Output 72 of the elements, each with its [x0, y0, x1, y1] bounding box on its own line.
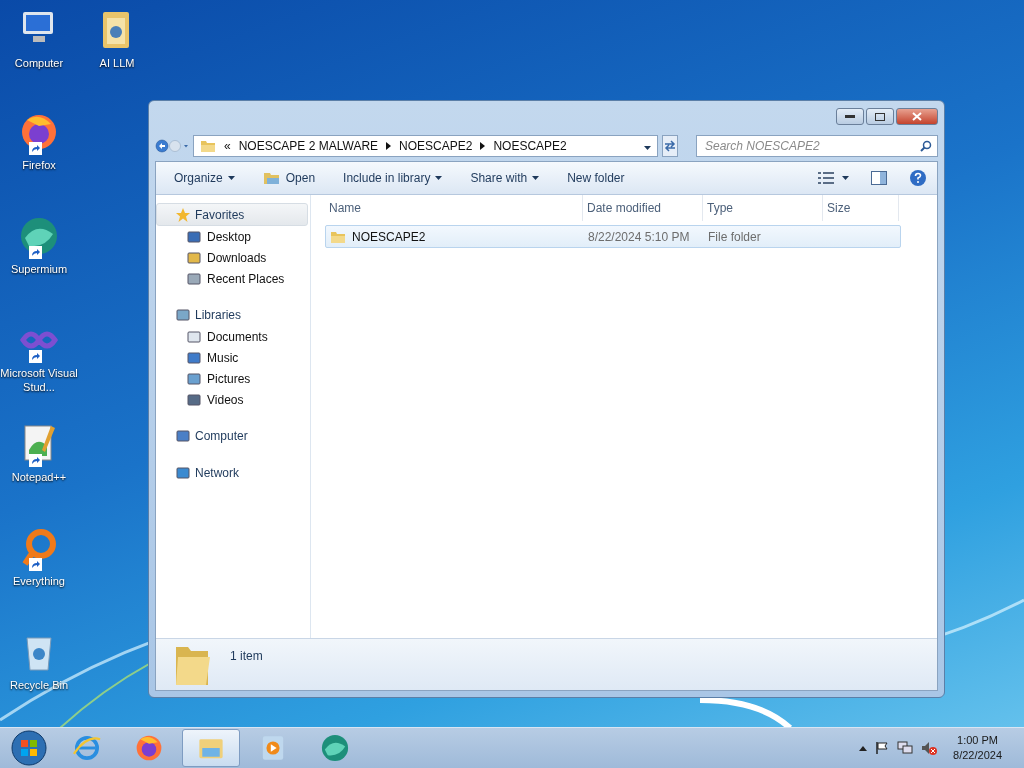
- breadcrumb[interactable]: NOESCAPE2: [399, 139, 473, 153]
- type-cell-text: File folder: [707, 229, 762, 244]
- nav-item[interactable]: Documents: [156, 326, 310, 347]
- column-header[interactable]: Date modified: [583, 195, 703, 221]
- caret-icon: [842, 176, 849, 180]
- nav-item[interactable]: Videos: [156, 389, 310, 410]
- preview-pane-icon[interactable]: [871, 171, 887, 185]
- caret-icon: [644, 146, 651, 150]
- caret-icon[interactable]: [859, 745, 868, 751]
- search-field[interactable]: Search NOESCAPE2: [696, 135, 938, 157]
- nav-item[interactable]: Downloads: [156, 247, 310, 268]
- nav-item[interactable]: Desktop: [156, 226, 310, 247]
- toolbar-button[interactable]: Share with: [462, 167, 548, 189]
- item-count: 1 item: [230, 649, 263, 663]
- nav-group[interactable]: Favorites: [156, 203, 308, 226]
- caret-icon: [227, 176, 235, 180]
- shortcut-arrow-icon: [29, 558, 42, 571]
- start-button[interactable]: [11, 730, 47, 766]
- shortcut-arrow-icon: [29, 246, 42, 259]
- maximize-button[interactable]: [866, 108, 894, 125]
- nav-group[interactable]: Libraries: [156, 303, 308, 326]
- maximize-icon: [875, 112, 885, 121]
- open-folder-icon: [262, 171, 281, 185]
- date-cell-text: 8/22/2024 5:10 PM: [587, 229, 691, 244]
- file-row[interactable]: NOESCAPE2 8/22/2024 5:10 PM File folder: [325, 225, 901, 248]
- breadcrumb-overflow[interactable]: «: [224, 139, 231, 153]
- help-icon[interactable]: [909, 169, 927, 187]
- close-button[interactable]: [896, 108, 938, 125]
- desktop-icon-label[interactable]: Supermium: [10, 262, 68, 276]
- column-header[interactable]: Size: [823, 195, 899, 221]
- minimize-button[interactable]: [836, 108, 864, 125]
- desktop-icon-label[interactable]: Notepad++: [11, 470, 67, 484]
- muted-speaker-icon[interactable]: [921, 741, 938, 755]
- desktop-icon-label[interactable]: Firefox: [22, 158, 56, 172]
- shortcut-arrow-icon: [29, 454, 42, 467]
- desktop-icon-label[interactable]: Computer: [14, 56, 64, 70]
- close-icon: [912, 112, 922, 121]
- toolbar-button[interactable]: Organize: [166, 167, 243, 189]
- chevron-icon[interactable]: [386, 142, 392, 150]
- taskbar-explorer-button[interactable]: [182, 729, 240, 767]
- column-header[interactable]: Type: [703, 195, 823, 221]
- caret-icon: [532, 176, 540, 180]
- nav-item[interactable]: Music: [156, 347, 310, 368]
- toolbar-button[interactable]: New folder: [559, 167, 633, 189]
- clock[interactable]: 1:00 PM 8/22/2024: [953, 733, 1002, 763]
- chevron-icon[interactable]: [480, 142, 486, 150]
- star-icon: [175, 206, 191, 223]
- minimize-icon: [845, 115, 855, 118]
- flag-icon[interactable]: [875, 741, 890, 755]
- breadcrumb[interactable]: NOESCAPE2: [493, 139, 567, 153]
- search-icon[interactable]: [920, 140, 932, 152]
- breadcrumb[interactable]: NOESCAPE 2 MALWARE: [238, 139, 379, 153]
- column-header[interactable]: Name: [325, 195, 583, 221]
- caret-icon: [435, 176, 443, 180]
- folder-icon: [200, 138, 216, 154]
- view-options-icon[interactable]: [818, 172, 834, 184]
- supermium-icon: [319, 732, 351, 764]
- nav-item[interactable]: Pictures: [156, 368, 310, 389]
- file-name-cell: NOESCAPE2: [326, 228, 584, 245]
- toolbar-button[interactable]: Open: [254, 167, 324, 189]
- nav-group[interactable]: Computer: [156, 424, 308, 447]
- nav-item[interactable]: Recent Places: [156, 268, 310, 289]
- nav-group[interactable]: Network: [156, 461, 308, 484]
- address-bar[interactable]: « NOESCAPE 2 MALWARE NOESCAPE2 NOESCAPE2: [193, 135, 658, 157]
- toolbar-button[interactable]: Include in library: [335, 167, 451, 189]
- refresh-button[interactable]: [662, 135, 678, 157]
- desktop-icon-label[interactable]: AI LLM: [99, 56, 135, 70]
- desktop-icon-label[interactable]: Everything: [13, 574, 65, 588]
- refresh-icon: [663, 140, 677, 152]
- shortcut-arrow-icon: [29, 350, 42, 363]
- desktop-icon-label[interactable]: Microsoft Visual Stud...: [0, 366, 78, 394]
- shortcut-arrow-icon: [29, 142, 42, 155]
